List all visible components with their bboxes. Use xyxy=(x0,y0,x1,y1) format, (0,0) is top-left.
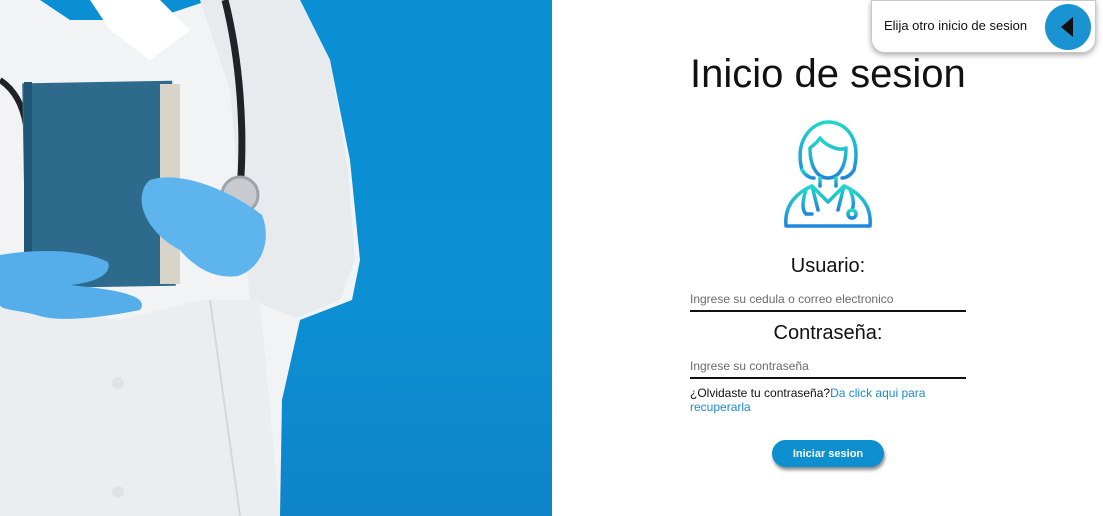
doctor-female-icon xyxy=(784,120,872,228)
login-button[interactable]: Iniciar sesion xyxy=(772,440,884,467)
triangle-left-icon xyxy=(1060,17,1073,37)
switch-login-panel: Elija otro inicio de sesion xyxy=(871,0,1096,53)
password-input[interactable] xyxy=(690,355,966,379)
user-input[interactable] xyxy=(690,288,966,312)
doctor-illustration xyxy=(0,0,360,516)
page-title: Inicio de sesion xyxy=(690,52,966,96)
switch-login-button[interactable] xyxy=(1045,4,1091,50)
forgot-password-row: ¿Olvidaste tu contraseña?Da click aqui p… xyxy=(690,386,966,414)
hero-image xyxy=(0,0,552,516)
switch-login-label: Elija otro inicio de sesion xyxy=(884,18,1028,33)
user-label: Usuario: xyxy=(790,255,866,277)
forgot-password-text: ¿Olvidaste tu contraseña? xyxy=(690,386,831,400)
password-label: Contraseña: xyxy=(773,322,883,344)
